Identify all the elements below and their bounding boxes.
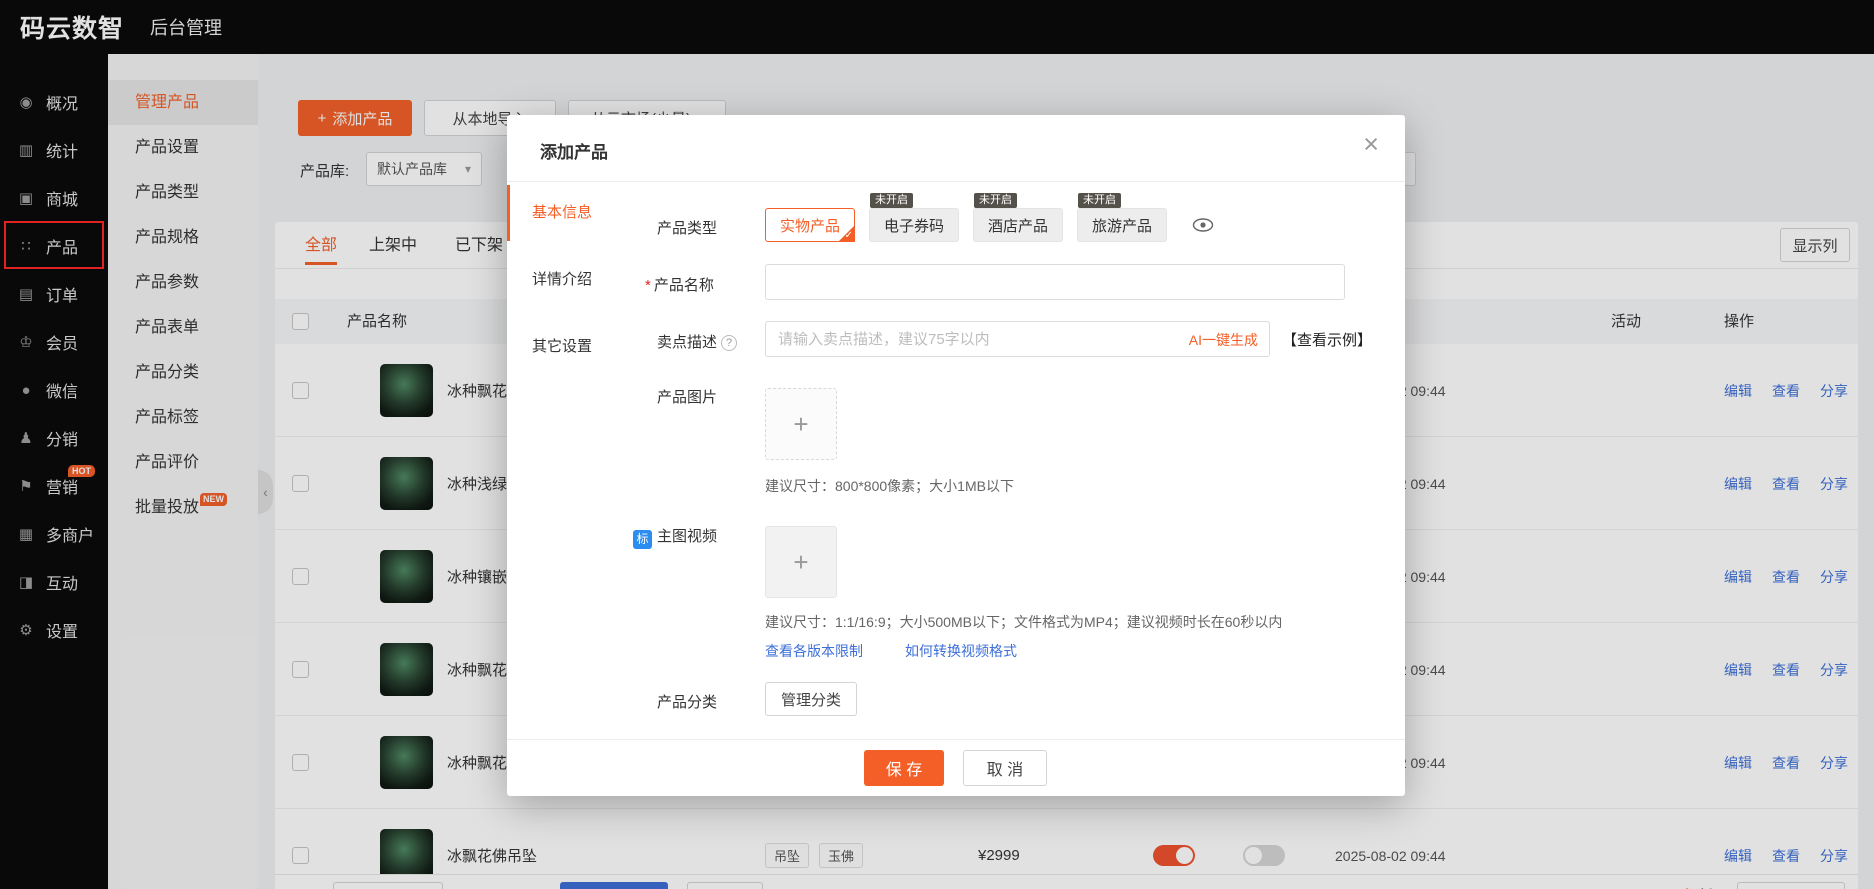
not-enabled-badge: 未开启 bbox=[974, 193, 1017, 208]
save-button[interactable]: 保 存 bbox=[864, 750, 944, 786]
cancel-button[interactable]: 取 消 bbox=[963, 750, 1047, 786]
products-highlight-box bbox=[4, 221, 104, 269]
selling-label: 卖点描述? bbox=[657, 331, 737, 352]
type-label: 产品类型 bbox=[657, 217, 717, 238]
eye-icon[interactable] bbox=[1191, 217, 1215, 233]
modal-tab-basic-info[interactable]: 基本信息 bbox=[507, 185, 617, 241]
name-label: *产品名称 bbox=[645, 274, 714, 295]
view-example-link[interactable]: 【查看示例】 bbox=[1282, 329, 1372, 350]
manage-category-button[interactable]: 管理分类 bbox=[765, 682, 857, 716]
image-label: 产品图片 bbox=[657, 386, 717, 407]
image-hint: 建议尺寸：800*800像素；大小1MB以下 bbox=[765, 476, 1014, 496]
app-screen: 码云数智 后台管理 ◉概况 ▥统计 ▣商城 ∷产品 ▤订单 ♔会员 ●微信 ♟分… bbox=[0, 0, 1874, 889]
check-icon: ✓ bbox=[845, 230, 853, 241]
video-tag-badge: 标 bbox=[633, 530, 652, 549]
divider bbox=[507, 739, 1405, 740]
not-enabled-badge: 未开启 bbox=[1078, 193, 1121, 208]
not-enabled-badge: 未开启 bbox=[870, 193, 913, 208]
modal-title: 添加产品 bbox=[540, 138, 608, 163]
ai-generate-button[interactable]: AI一键生成 bbox=[1189, 330, 1258, 350]
version-limit-link[interactable]: 查看各版本限制 bbox=[765, 641, 863, 661]
type-option-travel[interactable]: 未开启 旅游产品 bbox=[1077, 208, 1167, 242]
selling-input-wrap: AI一键生成 bbox=[765, 321, 1270, 357]
modal-header: 添加产品 × bbox=[507, 115, 1405, 182]
info-icon: ? bbox=[721, 335, 737, 351]
category-label: 产品分类 bbox=[657, 691, 717, 712]
required-asterisk: * bbox=[645, 277, 651, 294]
video-label: 标主图视频 bbox=[633, 525, 717, 549]
convert-video-link[interactable]: 如何转换视频格式 bbox=[905, 641, 1017, 661]
plus-icon: + bbox=[793, 409, 808, 440]
add-product-modal: 添加产品 × 基本信息 详情介绍 其它设置 产品类型 实物产品 ✓ 未开启 电子… bbox=[507, 115, 1405, 796]
close-icon[interactable]: × bbox=[1363, 131, 1379, 158]
type-option-physical[interactable]: 实物产品 ✓ bbox=[765, 208, 855, 242]
modal-tab-detail[interactable]: 详情介绍 bbox=[507, 252, 617, 308]
video-upload-box[interactable]: + bbox=[765, 526, 837, 598]
type-option-evoucher[interactable]: 未开启 电子券码 bbox=[869, 208, 959, 242]
type-option-hotel[interactable]: 未开启 酒店产品 bbox=[973, 208, 1063, 242]
modal-tab-other[interactable]: 其它设置 bbox=[507, 319, 617, 375]
video-hint: 建议尺寸：1:1/16:9；大小500MB以下；文件格式为MP4；建议视频时长在… bbox=[765, 612, 1282, 632]
product-name-input[interactable] bbox=[765, 264, 1345, 300]
image-upload-box[interactable]: + bbox=[765, 388, 837, 460]
plus-icon: + bbox=[793, 547, 808, 578]
type-options: 实物产品 ✓ 未开启 电子券码 未开启 酒店产品 未开启 旅游产品 bbox=[765, 208, 1215, 242]
